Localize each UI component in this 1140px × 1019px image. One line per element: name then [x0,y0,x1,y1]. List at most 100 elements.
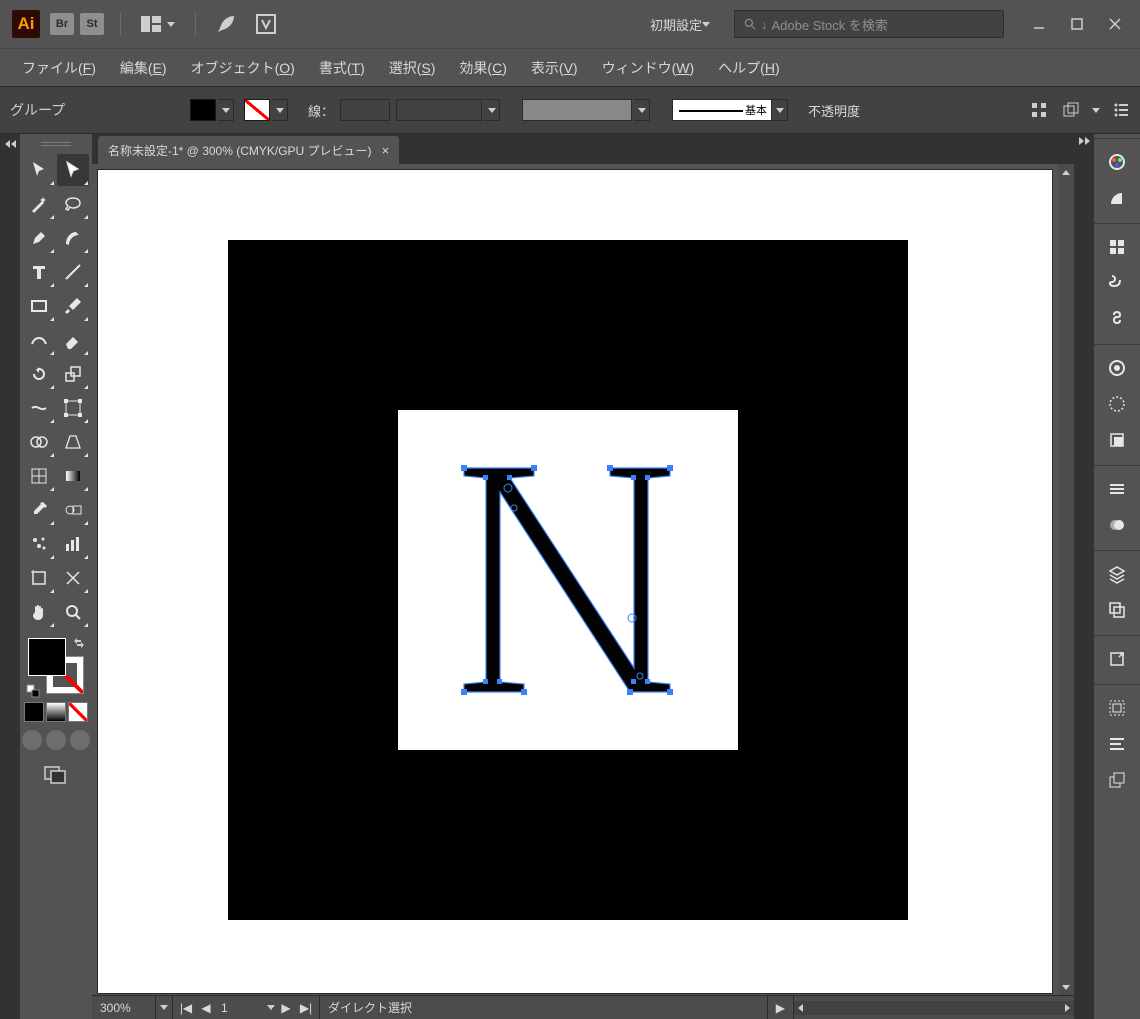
tool-scale[interactable] [57,358,89,390]
n-path-object[interactable] [454,458,680,704]
minimize-button[interactable] [1020,10,1058,38]
last-artboard-button[interactable]: ▶| [297,999,315,1017]
default-fill-stroke-icon[interactable] [26,684,40,698]
tool-curvature[interactable] [57,222,89,254]
black-rectangle-object[interactable] [228,240,908,920]
bridge-badge[interactable]: Br [50,13,74,35]
white-rectangle-object[interactable] [398,410,738,750]
graphic-style[interactable] [522,99,632,121]
maximize-button[interactable] [1058,10,1096,38]
status-menu[interactable]: ▶ [768,996,794,1019]
color-mode-solid[interactable] [24,702,44,722]
draw-normal[interactable] [22,730,42,750]
tool-magic-wand[interactable] [23,188,55,220]
menu-e[interactable]: 編集(E) [108,52,179,84]
tool-symbol-sprayer[interactable] [23,528,55,560]
tab-close-icon[interactable]: × [382,143,390,158]
tool-eyedropper[interactable] [23,494,55,526]
stroke-dropdown[interactable] [272,99,288,121]
menu-c[interactable]: 効果(C) [447,52,518,84]
menu-f[interactable]: ファイル(F) [10,52,108,84]
align-icon[interactable] [1028,99,1050,121]
panel-graphic-styles[interactable] [1100,423,1134,457]
menu-w[interactable]: ウィンドウ(W) [590,52,707,84]
tool-rotate[interactable] [23,358,55,390]
next-artboard-button[interactable]: ▶ [277,999,295,1017]
brush-definition[interactable]: 基本 [672,99,772,121]
tool-graph[interactable] [57,528,89,560]
workspace-switcher[interactable]: 初期設定 [640,8,720,40]
tool-perspective[interactable] [57,426,89,458]
panel-brushes[interactable] [1100,266,1134,300]
document-tab[interactable]: 名称未設定-1* @ 300% (CMYK/GPU プレビュー) × [98,136,399,164]
tool-hand[interactable] [23,596,55,628]
tool-paintbrush[interactable] [57,290,89,322]
panel-swatches[interactable] [1100,230,1134,264]
gs-dropdown[interactable] [634,99,650,121]
tool-slice[interactable] [57,562,89,594]
menu-h[interactable]: ヘルプ(H) [706,52,791,84]
zoom-level[interactable]: 300% [92,996,156,1019]
tool-selection[interactable] [23,154,55,186]
tool-pen[interactable] [23,222,55,254]
vw-dropdown[interactable] [484,99,500,121]
tool-shaper[interactable] [23,324,55,356]
right-collapse-strip[interactable] [1074,134,1094,1019]
draw-behind[interactable] [46,730,66,750]
stroke-swatch[interactable] [244,99,270,121]
first-artboard-button[interactable]: |◀ [177,999,195,1017]
menu-s[interactable]: 選択(S) [377,52,448,84]
panel-appearance[interactable] [1100,387,1134,421]
shape-icon[interactable] [1060,99,1082,121]
tool-blend[interactable] [57,494,89,526]
panel-color-guide[interactable] [1100,181,1134,215]
panel-stroke[interactable] [1100,472,1134,506]
tool-eraser[interactable] [57,324,89,356]
panel-align[interactable] [1100,691,1134,725]
zoom-dropdown[interactable] [156,996,173,1019]
feather-icon[interactable] [214,12,238,36]
color-mode-gradient[interactable] [46,702,66,722]
artboard-number[interactable] [217,1001,265,1015]
draw-inside[interactable] [70,730,90,750]
tool-lasso[interactable] [57,188,89,220]
canvas[interactable] [92,164,1074,995]
screen-mode[interactable] [42,764,70,786]
stock-badge[interactable]: St [80,13,104,35]
panel-pathfinder[interactable] [1100,727,1134,761]
panel-artboards[interactable] [1100,593,1134,627]
fill-dropdown[interactable] [218,99,234,121]
tool-line[interactable] [57,256,89,288]
menu-v[interactable]: 表示(V) [519,52,590,84]
tool-artboard[interactable] [23,562,55,594]
panel-cc-libraries[interactable] [1100,351,1134,385]
panel-symbols[interactable] [1100,302,1134,336]
artboard[interactable] [98,170,1052,993]
fill-color[interactable] [28,638,66,676]
tool-gradient[interactable] [57,460,89,492]
color-mode-none[interactable] [68,702,88,722]
variable-width[interactable] [396,99,482,121]
menu-o[interactable]: オブジェクト(O) [179,52,307,84]
close-button[interactable] [1096,10,1134,38]
fill-swatch[interactable] [190,99,216,121]
menu-t[interactable]: 書式(T) [307,52,377,84]
gpu-icon[interactable] [254,12,278,36]
tool-width[interactable] [23,392,55,424]
search-field[interactable]: ↓ Adobe Stock を検索 [734,10,1004,38]
tool-type[interactable] [23,256,55,288]
panel-transparency[interactable] [1100,508,1134,542]
panel-transform[interactable] [1100,763,1134,797]
panel-layers[interactable] [1100,557,1134,591]
panel-color[interactable] [1100,145,1134,179]
list-icon[interactable] [1110,99,1132,121]
fill-stroke-indicator[interactable] [28,638,84,694]
tool-shape-builder[interactable] [23,426,55,458]
tool-direct-select[interactable] [57,154,89,186]
brush-dropdown[interactable] [772,99,788,121]
vertical-scrollbar[interactable] [1058,164,1074,995]
tool-free-transform[interactable] [57,392,89,424]
stroke-weight[interactable] [340,99,390,121]
tool-mesh[interactable] [23,460,55,492]
prev-artboard-button[interactable]: ◀ [197,999,215,1017]
